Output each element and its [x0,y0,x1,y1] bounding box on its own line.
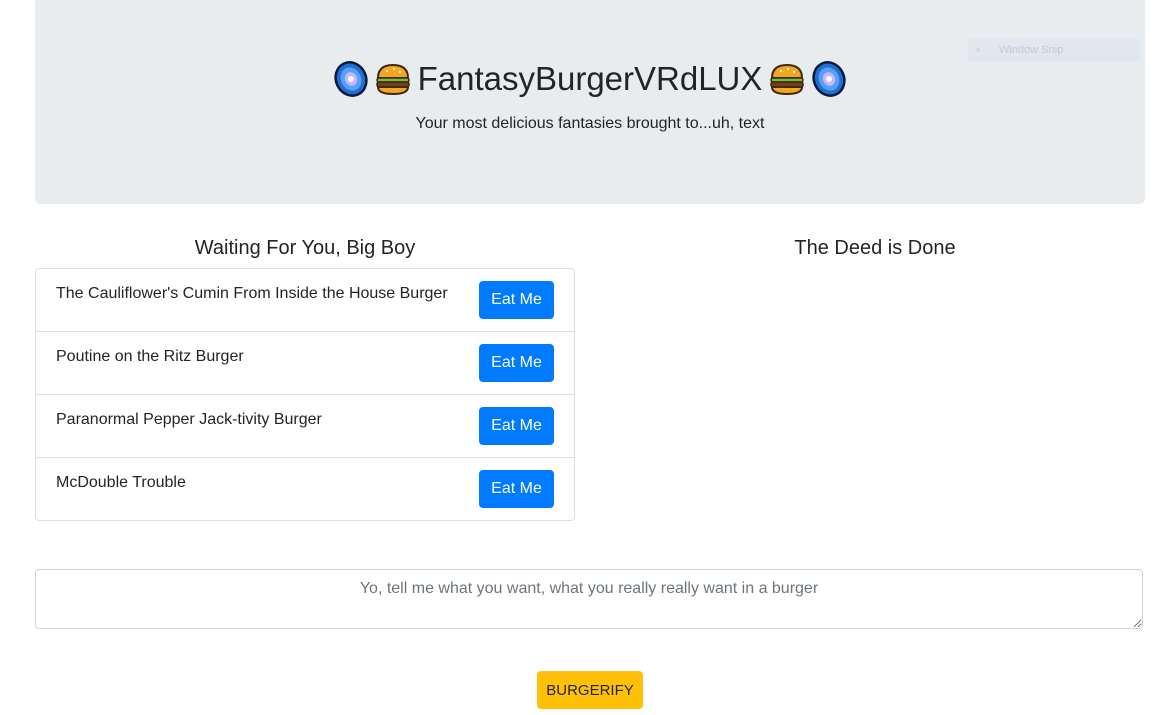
burger-name: Paranormal Pepper Jack-tivity Burger [56,411,322,428]
page-title: FantasyBurgerVRdLUX [417,60,763,97]
list-item: McDouble Trouble Eat Me [36,458,574,520]
eat-me-button[interactable]: Eat Me [479,470,554,508]
eat-me-button[interactable]: Eat Me [479,344,554,382]
page: FantasyBurgerVRdLUX Your most delicious … [0,0,1174,715]
window-snip-label: Window Snip [999,44,1064,56]
eat-me-button[interactable]: Eat Me [479,407,554,445]
burger-icon [375,63,410,96]
waiting-burger-list: The Cauliflower's Cumin From Inside the … [35,268,575,521]
burger-name: The Cauliflower's Cumin From Inside the … [56,285,448,302]
burgerify-button[interactable]: BURGERIFY [537,671,643,709]
close-icon[interactable]: × [968,45,988,56]
burger-name: Poutine on the Ritz Burger [56,348,244,365]
galaxy-icon [333,61,368,97]
eat-me-button[interactable]: Eat Me [479,281,554,319]
page-title-row: FantasyBurgerVRdLUX [35,60,1145,98]
burger-icon [770,63,805,96]
page-subtitle: Your most delicious fantasies brought to… [415,115,765,132]
list-item: Paranormal Pepper Jack-tivity Burger Eat… [36,395,574,458]
burger-input[interactable] [35,569,1143,629]
galaxy-icon [812,61,847,97]
devoured-heading: The Deed is Done [794,237,956,259]
list-item: Poutine on the Ritz Burger Eat Me [36,332,574,395]
waiting-heading: Waiting For You, Big Boy [194,237,416,259]
list-item: The Cauliflower's Cumin From Inside the … [36,269,574,332]
window-snip-overlay[interactable]: × Window Snip [968,39,1140,61]
header-jumbotron: FantasyBurgerVRdLUX Your most delicious … [35,0,1145,204]
burger-name: McDouble Trouble [56,474,186,491]
